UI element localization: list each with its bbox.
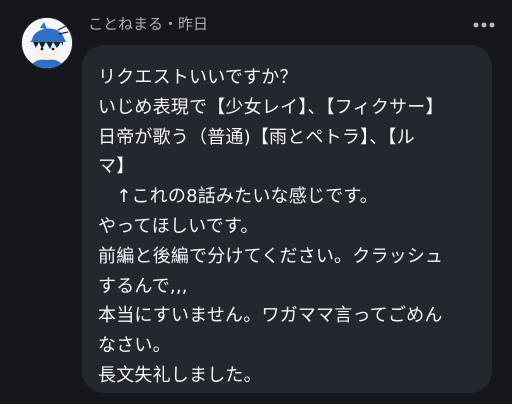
message-line: 長文失礼しました。 <box>98 364 262 386</box>
avatar-illustration-icon <box>22 18 72 68</box>
message-bubble[interactable]: リクエストいいですか？ いじめ表現で【少女レイ】、【フィクサー】 日帝が歌う（普… <box>82 45 492 393</box>
more-options-button[interactable] <box>470 14 498 36</box>
message-line: マ】 <box>98 156 135 178</box>
message-line: するんで,,, <box>98 275 188 297</box>
message-screen: ことねまる・昨日 リクエストいいですか？ いじめ表現で【少女レイ】、【フィクサー… <box>0 0 512 404</box>
message-meta: ことねまる・昨日 <box>88 15 209 33</box>
avatar[interactable] <box>22 18 72 68</box>
more-horizontal-icon <box>473 22 495 28</box>
message-line: リクエストいいですか？ <box>98 67 298 88</box>
message-line: 本当にすいません。ワガママ言ってごめん <box>98 305 443 327</box>
message-line: ↑これの8話みたいな感じです。 <box>98 186 378 208</box>
message-line: 日帝が歌う（普通)【雨とペトラ】、【ル <box>98 126 415 148</box>
message-line: いじめ表現で【少女レイ】、【フィクサー】 <box>98 96 444 118</box>
message-line: 前編と後編で分けてください。クラッシュ <box>98 245 444 267</box>
message-line: やってほしいです。 <box>98 215 259 237</box>
message-line: なさい。 <box>98 335 171 357</box>
